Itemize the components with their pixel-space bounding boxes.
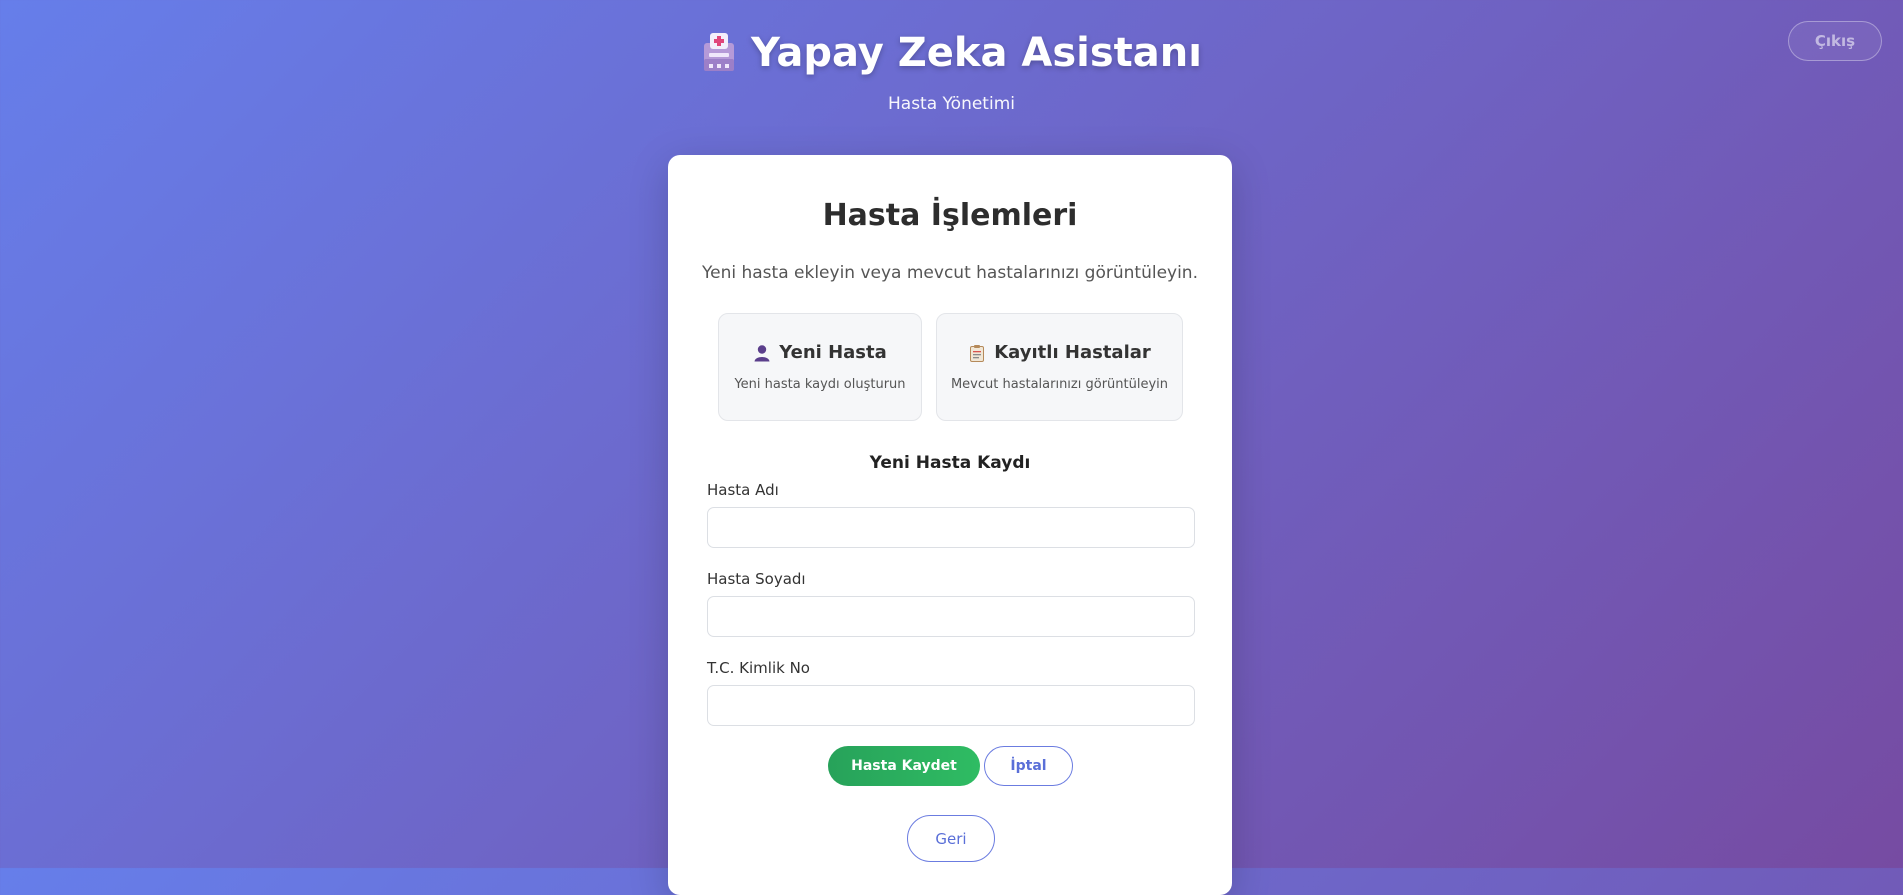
new-patient-option-title: Yeni Hasta bbox=[779, 342, 887, 363]
page-title: Hasta İşlemleri bbox=[822, 198, 1078, 233]
user-icon bbox=[753, 344, 771, 362]
save-patient-button[interactable]: Hasta Kaydet bbox=[828, 746, 980, 786]
app-title-row: Yapay Zeka Asistanı bbox=[0, 0, 1903, 78]
new-patient-option-description: Yeni hasta kaydı oluşturun bbox=[734, 377, 906, 392]
cancel-button[interactable]: İptal bbox=[984, 746, 1073, 786]
tc-id-label: T.C. Kimlik No bbox=[707, 659, 810, 677]
app-subtitle: Hasta Yönetimi bbox=[888, 94, 1015, 114]
registered-patients-option-title: Kayıtlı Hastalar bbox=[994, 342, 1151, 363]
hospital-icon bbox=[701, 33, 737, 73]
clipboard-icon bbox=[968, 344, 986, 362]
last-name-label: Hasta Soyadı bbox=[707, 570, 806, 588]
last-name-input[interactable] bbox=[707, 596, 1195, 637]
new-patient-option[interactable]: Yeni Hasta Yeni hasta kaydı oluşturun bbox=[718, 313, 922, 421]
new-patient-option-head: Yeni Hasta bbox=[719, 342, 921, 363]
page-description: Yeni hasta ekleyin veya mevcut hastaları… bbox=[702, 263, 1198, 283]
app-title: Yapay Zeka Asistanı bbox=[751, 30, 1202, 76]
registered-patients-option-head: Kayıtlı Hastalar bbox=[937, 342, 1182, 363]
first-name-input[interactable] bbox=[707, 507, 1195, 548]
registered-patients-option-description: Mevcut hastalarınızı görüntüleyin bbox=[950, 377, 1169, 392]
logout-button[interactable]: Çıkış bbox=[1788, 21, 1882, 61]
back-button[interactable]: Geri bbox=[907, 815, 995, 862]
app-header: Yapay Zeka Asistanı Hasta Yönetimi bbox=[0, 0, 1903, 114]
form-title: Yeni Hasta Kaydı bbox=[869, 453, 1031, 473]
first-name-label: Hasta Adı bbox=[707, 481, 779, 499]
tc-id-input[interactable] bbox=[707, 685, 1195, 726]
registered-patients-option[interactable]: Kayıtlı Hastalar Mevcut hastalarınızı gö… bbox=[936, 313, 1183, 421]
